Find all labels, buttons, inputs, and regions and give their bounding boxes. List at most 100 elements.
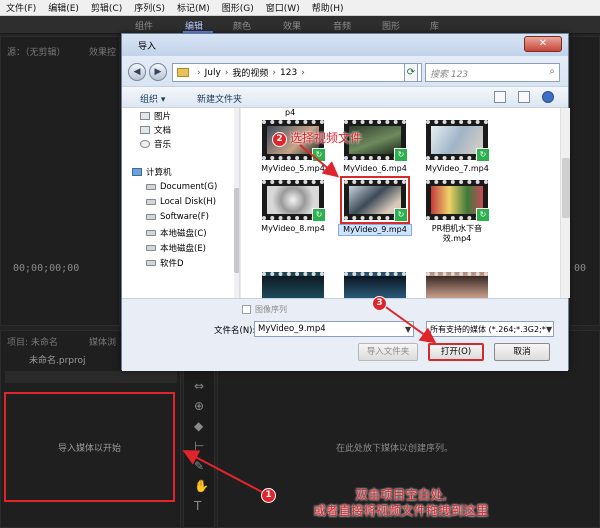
file-item[interactable]: ↻ PR相机水下音效.mp4 bbox=[420, 180, 494, 244]
nav-item-music[interactable]: 音乐 bbox=[140, 138, 171, 150]
computer-icon bbox=[132, 168, 142, 176]
dialog-titlebar: 导入 ✕ bbox=[122, 34, 568, 56]
menu-window[interactable]: 窗口(W) bbox=[260, 1, 306, 14]
workspace-tab-audio[interactable]: 音频 bbox=[333, 19, 351, 32]
nav-item-computer[interactable]: 计算机 bbox=[132, 166, 172, 178]
command-bar: 组织 ▾ 新建文件夹 bbox=[122, 86, 568, 108]
source-panel-tab[interactable]: 源：（无剪辑） bbox=[7, 45, 66, 58]
help-icon[interactable] bbox=[542, 91, 554, 103]
step-1-line-2: 或者直接将视频文件拖拽到这里 bbox=[313, 503, 489, 518]
file-type-filter[interactable]: 所有支持的媒体 (*.264;*.3G2;* bbox=[426, 321, 554, 337]
workspace-tab-graphics[interactable]: 图形 bbox=[382, 19, 400, 32]
media-browser-tab[interactable]: 媒体浏 bbox=[89, 335, 116, 348]
back-arrow-icon[interactable]: ◀ bbox=[128, 63, 146, 81]
view-options-icon[interactable] bbox=[494, 91, 506, 103]
nav-item-pictures[interactable]: 图片 bbox=[140, 110, 171, 122]
nav-item-drive-g[interactable]: Document(G) bbox=[146, 182, 217, 192]
nav-item-drive-e[interactable]: 本地磁盘(E) bbox=[146, 242, 206, 254]
image-sequence-label: 图像序列 bbox=[255, 305, 287, 314]
file-name: MyVideo_5.mp4 bbox=[261, 164, 325, 173]
ripple-edit-icon[interactable]: ⊕ bbox=[194, 399, 204, 413]
dialog-footer: 图像序列 文件名(N): MyVideo_9.mp4 ▼ 所有支持的媒体 (*.… bbox=[122, 298, 568, 371]
menu-markers[interactable]: 标记(M) bbox=[171, 1, 216, 14]
cancel-button[interactable]: 取消 bbox=[494, 343, 550, 361]
documents-icon bbox=[140, 126, 150, 134]
program-monitor-panel: 00 bbox=[569, 36, 600, 326]
image-sequence-option[interactable]: 图像序列 bbox=[242, 304, 287, 315]
project-file-name: 未命名.prproj bbox=[29, 356, 86, 366]
address-bar[interactable]: › July › 我的视频 › 123 › bbox=[172, 63, 422, 82]
workspace-tab-color[interactable]: 颜色 bbox=[233, 19, 251, 32]
file-name: MyVideo_7.mp4 bbox=[425, 164, 489, 173]
menu-help[interactable]: 帮助(H) bbox=[306, 1, 350, 14]
project-search-field[interactable] bbox=[5, 371, 177, 383]
video-badge-icon: ↻ bbox=[394, 148, 408, 162]
breadcrumb-july[interactable]: July bbox=[205, 68, 221, 78]
nav-scrollbar-thumb[interactable] bbox=[234, 188, 239, 273]
import-dialog: 导入 ✕ ◀ ▶ › July › 我的视频 › 123 › ⟳ 搜索 123 … bbox=[121, 33, 570, 371]
file-item[interactable]: ↻ MyVideo_8.mp4 bbox=[256, 180, 330, 234]
workspace-bar: 组件 编辑 颜色 效果 音频 图形 库 bbox=[0, 16, 600, 34]
search-input[interactable]: 搜索 123 ⌕ bbox=[425, 63, 560, 82]
open-button[interactable]: 打开(O) bbox=[428, 343, 484, 361]
file-name: MyVideo_6.mp4 bbox=[343, 164, 407, 173]
filename-label: 文件名(N): bbox=[214, 326, 256, 336]
effect-controls-tab[interactable]: 效果控 bbox=[89, 45, 116, 58]
drive-icon bbox=[146, 214, 156, 220]
menu-edit[interactable]: 编辑(E) bbox=[42, 1, 85, 14]
track-select-icon[interactable]: ⇔ bbox=[194, 379, 204, 393]
project-drop-area[interactable]: 导入媒体以开始 bbox=[4, 392, 175, 502]
workspace-tab-assembly[interactable]: 组件 bbox=[135, 19, 153, 32]
step-2-instruction: 选择视频文件 bbox=[290, 131, 363, 145]
menu-clip[interactable]: 剪辑(C) bbox=[85, 1, 128, 14]
nav-item-drive-d[interactable]: 软件D bbox=[146, 257, 184, 269]
file-item-selected[interactable]: ↻ MyVideo_9.mp4 bbox=[338, 176, 412, 236]
partial-file-name: p4 bbox=[285, 108, 296, 117]
close-button[interactable]: ✕ bbox=[524, 36, 562, 52]
video-badge-icon: ↻ bbox=[476, 148, 490, 162]
navigation-bar: ◀ ▶ › July › 我的视频 › 123 › ⟳ 搜索 123 ⌕ bbox=[122, 56, 568, 86]
filename-input[interactable]: MyVideo_9.mp4 bbox=[254, 321, 414, 337]
forward-arrow-icon[interactable]: ▶ bbox=[149, 63, 167, 81]
search-placeholder: 搜索 123 bbox=[430, 70, 469, 80]
chevron-down-icon[interactable]: ▼ bbox=[405, 325, 411, 334]
preview-pane-icon[interactable] bbox=[518, 91, 530, 103]
breadcrumb-123[interactable]: 123 bbox=[280, 68, 297, 78]
chevron-down-icon[interactable]: ▼ bbox=[546, 325, 552, 334]
dialog-title: 导入 bbox=[138, 42, 157, 52]
import-folder-button[interactable]: 导入文件夹 bbox=[358, 343, 418, 361]
video-badge-icon: ↻ bbox=[312, 208, 326, 222]
menu-graphics[interactable]: 图形(G) bbox=[216, 1, 260, 14]
organize-menu[interactable]: 组织 ▾ bbox=[140, 92, 165, 105]
nav-item-drive-c[interactable]: 本地磁盘(C) bbox=[146, 227, 207, 239]
workspace-tab-libraries[interactable]: 库 bbox=[430, 19, 439, 32]
razor-icon[interactable]: ◆ bbox=[194, 419, 203, 433]
drive-icon bbox=[146, 230, 156, 236]
image-sequence-checkbox[interactable] bbox=[242, 305, 251, 314]
video-thumbnail: ↻ bbox=[426, 180, 490, 222]
search-icon: ⌕ bbox=[549, 66, 555, 77]
nav-item-drive-h[interactable]: Local Disk(H) bbox=[146, 197, 216, 207]
hand-icon[interactable]: ✋ bbox=[194, 479, 209, 493]
music-icon bbox=[140, 140, 150, 148]
program-timecode: 00 bbox=[574, 263, 587, 274]
nav-item-drive-f[interactable]: Software(F) bbox=[146, 212, 209, 222]
file-list-scrollbar[interactable] bbox=[560, 108, 570, 298]
file-list-scrollbar-thumb[interactable] bbox=[562, 158, 570, 218]
menu-sequence[interactable]: 序列(S) bbox=[128, 1, 171, 14]
nav-scrollbar[interactable] bbox=[234, 108, 239, 298]
menu-file[interactable]: 文件(F) bbox=[0, 1, 42, 14]
file-item[interactable]: ↻ MyVideo_7.mp4 bbox=[420, 120, 494, 174]
step-1-marker: 1 bbox=[261, 488, 276, 503]
breadcrumb-my-videos[interactable]: 我的视频 bbox=[232, 66, 268, 79]
type-icon[interactable]: T bbox=[194, 499, 201, 513]
video-badge-icon: ↻ bbox=[394, 208, 408, 222]
workspace-tab-effects[interactable]: 效果 bbox=[283, 19, 301, 32]
slip-icon[interactable]: ⊢ bbox=[194, 439, 204, 453]
refresh-icon[interactable]: ⟳ bbox=[404, 63, 418, 82]
new-folder-button[interactable]: 新建文件夹 bbox=[197, 92, 242, 105]
nav-item-documents[interactable]: 文档 bbox=[140, 124, 171, 136]
project-tab[interactable]: 项目: 未命名 bbox=[7, 335, 58, 348]
drive-icon bbox=[146, 199, 156, 205]
pen-icon[interactable]: ✎ bbox=[194, 459, 204, 473]
